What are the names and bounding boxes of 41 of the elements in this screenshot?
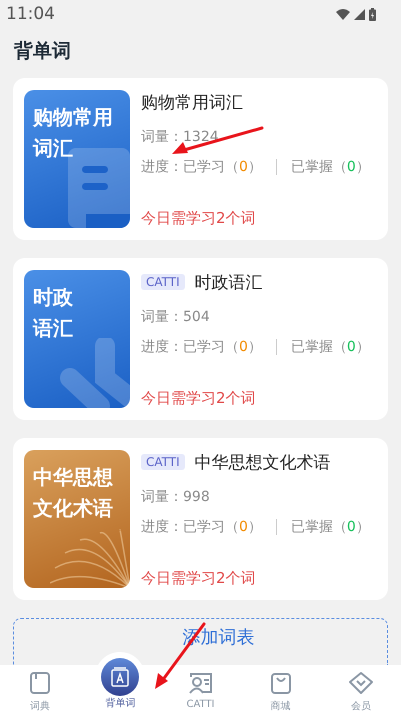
daily-goal: 今日需学习2个词 <box>141 209 257 228</box>
word-count: 词量：998 <box>141 488 210 506</box>
book-name: 中华思想文化术语 <box>194 452 331 474</box>
book-icon <box>28 671 52 695</box>
progress-label: 进度： <box>141 518 183 536</box>
page-title: 背单词 <box>14 39 72 64</box>
tab[interactable]: 词典 <box>15 665 66 719</box>
cover-title: 中华思想 文化术语 <box>32 464 114 522</box>
id-card-icon <box>188 671 214 695</box>
cover-title: 时政 语汇 <box>32 284 74 342</box>
signal-icon <box>354 8 365 20</box>
shopping-bag-icon <box>268 671 293 695</box>
status-time: 11:04 <box>6 4 55 24</box>
book-card[interactable]: 时政 语汇 CATTI 时政语汇 词量：504 进度：已学习（0） 已掌握（0） 今日需学习2个词 <box>13 258 388 420</box>
daily-goal: 今日需学习2个词 <box>141 569 257 588</box>
word-count: 词量：1324 <box>141 128 219 146</box>
mastered-stat: 已掌握（0） <box>290 158 370 176</box>
mastered-stat: 已掌握（0） <box>290 338 370 356</box>
word-count: 词量：504 <box>141 308 210 326</box>
tab[interactable]: CATTI <box>176 665 226 719</box>
progress-label: 进度： <box>141 338 183 356</box>
ribbon-icon <box>60 338 130 408</box>
book-card[interactable]: 购物常用 词汇 购物常用词汇 词量：1324 进度：已学习（0） 已掌握（0） 今日需学习2个词 <box>13 78 388 240</box>
tab[interactable]: 会员 <box>336 665 386 719</box>
mastered-stat: 已掌握（0） <box>290 518 370 536</box>
learned-stat: 已学习（0） <box>183 338 262 356</box>
open-book-icon <box>50 528 130 588</box>
diamond-icon <box>348 671 374 695</box>
book-name: 购物常用词汇 <box>141 92 243 114</box>
battery-icon <box>369 8 376 20</box>
book-name: 时政语汇 <box>194 272 263 294</box>
tab[interactable]: 商城 <box>256 665 306 719</box>
learned-stat: 已学习（0） <box>183 158 262 176</box>
progress-label: 进度： <box>141 158 183 176</box>
learned-stat: 已学习（0） <box>183 518 262 536</box>
wifi-icon <box>336 8 350 20</box>
daily-goal: 今日需学习2个词 <box>141 389 257 408</box>
cover-title: 购物常用 词汇 <box>32 104 114 162</box>
book-card[interactable]: 中华思想 文化术语 CATTI 中华思想文化术语 词量：998 进度：已学习（0） 已掌握（0） 今日需学习2个词 <box>13 438 388 600</box>
catti-tag: CATTI <box>141 454 185 470</box>
catti-tag: CATTI <box>141 274 185 290</box>
